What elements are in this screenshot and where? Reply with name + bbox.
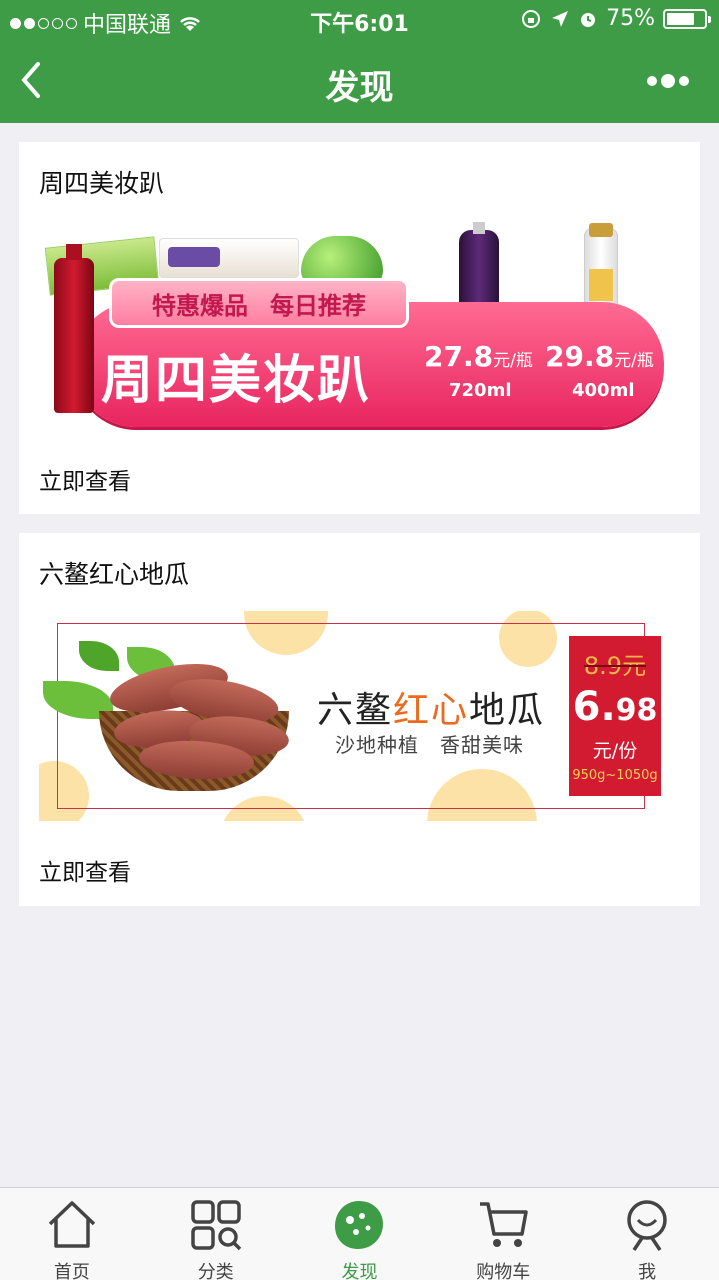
price-value: 27.8 [424, 340, 494, 373]
tab-home[interactable]: 首页 [0, 1188, 144, 1280]
more-icon [647, 76, 657, 86]
price-value: 29.8 [545, 340, 615, 373]
battery-icon [663, 8, 711, 29]
tag-left: 特惠爆品 [152, 291, 248, 320]
banner-headline: 周四美妆趴 [101, 351, 372, 411]
product-price-1: 27.8元/瓶 [424, 340, 533, 373]
discover-icon [335, 1201, 384, 1249]
product-volume-2: 400ml [572, 380, 635, 401]
product-price-2: 29.8元/瓶 [545, 340, 654, 373]
category-icon [190, 1200, 241, 1251]
tab-label: 发现 [341, 1262, 378, 1280]
home-icon [48, 1201, 96, 1248]
status-bar: 中国联通 下午6:01 75% [0, 0, 719, 40]
price-unit: 元/瓶 [614, 351, 654, 371]
toothpaste-image [159, 238, 299, 278]
promo-banner-sweet-potato[interactable]: 六鳌红心地瓜 沙地种植 香甜美味 8.9元 6.98 元/份 950g~1050… [39, 611, 679, 821]
nav-bar: 发现 [0, 40, 719, 123]
tab-label: 购物车 [476, 1262, 531, 1280]
view-now-link[interactable]: 立即查看 [39, 462, 131, 496]
title-highlight: 红心 [393, 690, 470, 731]
cart-icon [480, 1202, 529, 1247]
price-unit: 元/份 [592, 740, 638, 762]
sale-price-dec: 98 [615, 693, 658, 728]
location-icon [552, 10, 569, 27]
tab-category[interactable]: 分类 [144, 1188, 288, 1280]
tab-cart[interactable]: 购物车 [431, 1188, 575, 1280]
banner-subtitle: 沙地种植 香甜美味 [335, 733, 524, 757]
banner-tag: 特惠爆品 每日推荐 [109, 278, 409, 328]
rotation-lock-icon [522, 9, 541, 28]
alarm-icon [581, 12, 596, 27]
more-button[interactable] [647, 68, 697, 94]
title-prefix: 六鳌 [317, 690, 394, 731]
tab-label: 我 [638, 1262, 657, 1280]
status-right: 75% [520, 6, 711, 31]
banner-headline: 六鳌红心地瓜 [317, 681, 545, 733]
card-title: 六鳌红心地瓜 [39, 560, 190, 589]
tab-bar: 首页 分类 发现 购物车 我 [0, 1187, 719, 1280]
profile-icon [627, 1200, 667, 1251]
product-volume-1: 720ml [449, 380, 512, 401]
tab-profile[interactable]: 我 [575, 1188, 719, 1280]
view-now-link[interactable]: 立即查看 [39, 853, 131, 887]
original-price: 8.9元 [583, 652, 647, 680]
tab-label: 首页 [53, 1262, 90, 1280]
tab-discover[interactable]: 发现 [288, 1188, 432, 1280]
price-unit: 元/瓶 [493, 351, 533, 371]
page-title: 发现 [325, 68, 394, 108]
promo-banner-beauty[interactable]: 特惠爆品 每日推荐 周四美妆趴 27.8元/瓶 720ml 29.8元/瓶 40… [39, 220, 679, 430]
battery-percent: 75% [606, 6, 655, 31]
tag-right: 每日推荐 [270, 291, 366, 320]
card-title: 周四美妆趴 [39, 169, 165, 198]
sale-price: 6.98 [569, 684, 661, 730]
tab-label: 分类 [197, 1262, 234, 1280]
weight-range: 950g~1050g [572, 768, 658, 783]
title-suffix: 地瓜 [469, 690, 546, 731]
sale-price-int: 6. [572, 684, 616, 730]
price-tag: 8.9元 6.98 元/份 950g~1050g [569, 636, 661, 796]
promo-card-sweet-potato[interactable]: 六鳌红心地瓜 六鳌红心地瓜 沙地种植 香甜美味 8.9元 6.98 元/份 95… [19, 533, 700, 906]
red-bottle-image [54, 244, 94, 413]
promo-card-beauty[interactable]: 周四美妆趴 特惠爆品 每日推荐 周四美妆趴 27.8元/瓶 720ml 29.8… [19, 142, 700, 514]
